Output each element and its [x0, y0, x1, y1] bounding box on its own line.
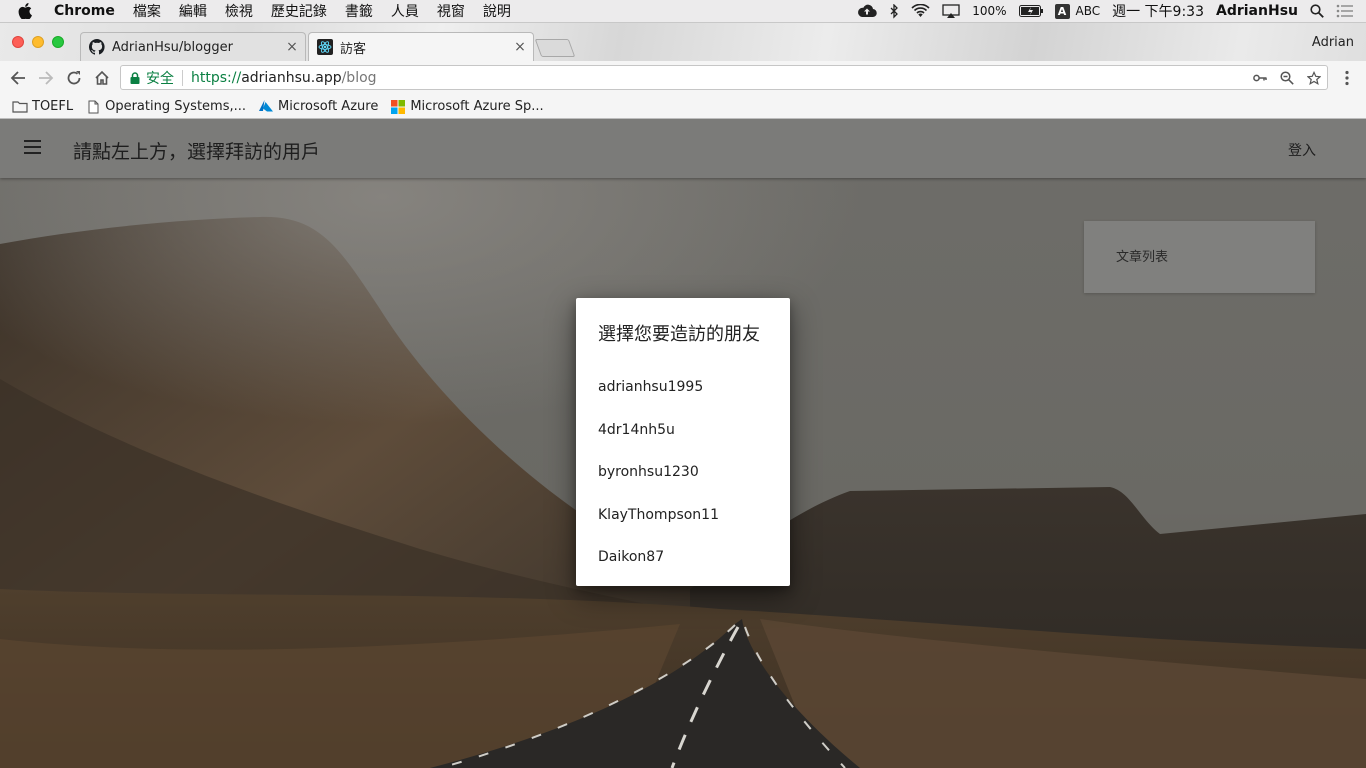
browser-menu-icon[interactable]	[1338, 69, 1356, 87]
battery-icon[interactable]	[1018, 5, 1043, 17]
apple-icon[interactable]	[18, 2, 34, 20]
tab-title: AdrianHsu/blogger	[112, 39, 233, 55]
user-option[interactable]: KlayThompson11	[598, 507, 719, 523]
hamburger-menu-icon[interactable]	[24, 140, 41, 154]
microsoft-icon	[390, 99, 406, 114]
article-list-card: 文章列表	[1084, 221, 1315, 293]
article-list-label[interactable]: 文章列表	[1116, 246, 1168, 265]
key-icon[interactable]	[1253, 71, 1267, 85]
current-user[interactable]: AdrianHsu	[1216, 3, 1298, 19]
menu-bookmarks[interactable]: 書籤	[345, 1, 373, 21]
security-label[interactable]: 安全	[146, 68, 174, 88]
zoom-icon[interactable]	[1280, 71, 1294, 85]
url-scheme: https://	[191, 69, 242, 86]
menu-file[interactable]: 檔案	[133, 1, 161, 21]
input-mode[interactable]: ABC	[1076, 4, 1101, 18]
app-header: 請點左上方，選擇拜訪的用戶 登入	[0, 119, 1366, 178]
spotlight-search-icon[interactable]	[1310, 4, 1324, 18]
notification-center-icon[interactable]	[1336, 4, 1354, 18]
macos-menu-bar: Chrome 檔案 編輯 檢視 歷史記錄 書籤 人員 視窗 說明 100% A …	[0, 0, 1366, 23]
tab-close-icon[interactable]: ×	[513, 39, 527, 55]
page-icon	[85, 100, 101, 114]
github-icon	[89, 39, 105, 55]
react-icon	[317, 39, 333, 55]
bookmark-label: Operating Systems,...	[105, 99, 247, 114]
bookmark-operating-systems[interactable]: Operating Systems,...	[85, 99, 246, 114]
window-maximize-button[interactable]	[52, 36, 64, 48]
menu-history[interactable]: 歷史記錄	[271, 1, 327, 21]
menu-window[interactable]: 視窗	[437, 1, 465, 21]
bluetooth-icon[interactable]	[889, 3, 899, 19]
menu-help[interactable]: 說明	[483, 1, 511, 21]
wifi-icon[interactable]	[911, 4, 930, 18]
bookmarks-bar: TOEFL Operating Systems,... Microsoft Az…	[0, 95, 1366, 119]
bookmark-label: TOEFL	[32, 99, 74, 114]
tab-close-icon[interactable]: ×	[285, 39, 299, 55]
profile-button[interactable]: Adrian	[1312, 35, 1354, 50]
bookmark-label: Microsoft Azure Sp...	[410, 99, 544, 114]
home-icon[interactable]	[93, 69, 111, 87]
browser-toolbar: 安全 https:// adrianhsu.app /blog	[0, 61, 1366, 95]
user-option[interactable]: Daikon87	[598, 549, 664, 565]
user-option[interactable]: byronhsu1230	[598, 464, 699, 480]
bookmark-microsoft-azure-sponsorship[interactable]: Microsoft Azure Sp...	[390, 99, 544, 114]
select-friend-dialog: 選擇您要造訪的朋友 adrianhsu1995 4dr14nh5u byronh…	[576, 298, 790, 586]
battery-percent: 100%	[972, 4, 1007, 18]
forward-arrow-icon[interactable]	[37, 69, 55, 87]
input-source-icon[interactable]: A	[1054, 3, 1070, 19]
address-divider	[182, 69, 183, 86]
reload-icon[interactable]	[65, 69, 83, 87]
folder-icon	[12, 100, 28, 114]
dialog-title: 選擇您要造訪的朋友	[598, 324, 760, 345]
cloud-upload-icon[interactable]	[857, 4, 877, 18]
user-option[interactable]: adrianhsu1995	[598, 379, 703, 395]
menu-app-name[interactable]: Chrome	[54, 3, 115, 19]
tab-visitor[interactable]: 訪客 ×	[308, 32, 534, 61]
menu-edit[interactable]: 編輯	[179, 1, 207, 21]
tab-github-blogger[interactable]: AdrianHsu/blogger ×	[80, 32, 306, 61]
user-option[interactable]: 4dr14nh5u	[598, 422, 675, 438]
clock[interactable]: 週一 下午9:33	[1112, 1, 1204, 21]
azure-icon	[258, 100, 274, 114]
window-minimize-button[interactable]	[32, 36, 44, 48]
bookmark-microsoft-azure[interactable]: Microsoft Azure	[258, 99, 378, 114]
url-host: adrianhsu.app	[241, 69, 342, 86]
new-tab-button[interactable]	[534, 39, 576, 57]
menu-people[interactable]: 人員	[391, 1, 419, 21]
lock-icon[interactable]	[130, 71, 140, 84]
page-title: 請點左上方，選擇拜訪的用戶	[73, 141, 321, 163]
web-page: 請點左上方，選擇拜訪的用戶 登入 文章列表 選擇您要造訪的朋友 adrianhs…	[0, 119, 1366, 768]
back-arrow-icon[interactable]	[9, 69, 27, 87]
bookmark-toefl[interactable]: TOEFL	[12, 99, 73, 114]
window-close-button[interactable]	[12, 36, 24, 48]
tab-title: 訪客	[340, 41, 367, 57]
bookmark-star-icon[interactable]	[1307, 70, 1321, 85]
airplay-icon[interactable]	[942, 4, 960, 18]
bookmark-label: Microsoft Azure	[278, 99, 379, 114]
login-button[interactable]: 登入	[1288, 140, 1316, 160]
browser-window-chrome: AdrianHsu/blogger × 訪客 × Adrian 安全 https…	[0, 23, 1366, 119]
url-path: /blog	[341, 69, 377, 86]
address-bar[interactable]: 安全 https:// adrianhsu.app /blog	[120, 65, 1328, 90]
menu-view[interactable]: 檢視	[225, 1, 253, 21]
